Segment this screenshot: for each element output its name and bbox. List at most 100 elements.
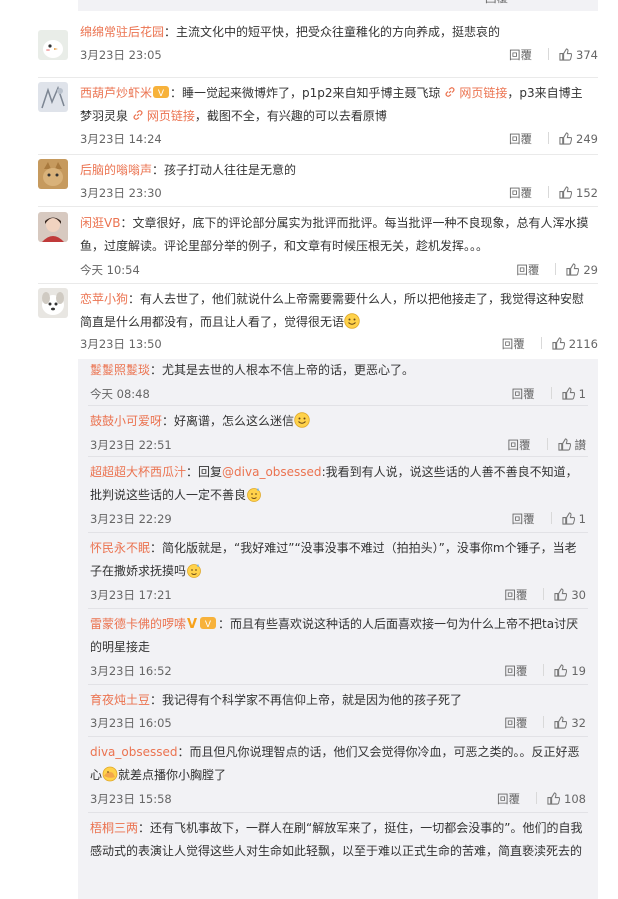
like-button[interactable]: 374 <box>559 48 598 62</box>
username-link[interactable]: diva_obsessed <box>90 745 178 759</box>
dog-avatar[interactable] <box>38 288 68 318</box>
reply-link[interactable]: 回覆 <box>485 0 508 4</box>
username-link[interactable]: 闲逛VB <box>80 216 120 230</box>
reply-text: 尤其是去世的人根本不信上帝的话，更恶心了。 <box>162 363 415 377</box>
reply-body: 鬉鬉照鬉琰：尤其是去世的人根本不信上帝的话，更恶心了。 <box>90 363 415 377</box>
reply-link[interactable]: 回覆 <box>509 47 532 63</box>
username-link[interactable]: 恋苹小狗 <box>80 292 128 306</box>
reply-link[interactable]: 回覆 <box>504 663 527 679</box>
svg-text:V: V <box>205 620 212 630</box>
reply-link[interactable]: 回覆 <box>504 587 527 603</box>
bird-avatar[interactable] <box>38 30 68 60</box>
username-link[interactable]: 怀民永不眠 <box>90 541 150 555</box>
action-separator <box>543 588 545 600</box>
comment-divider <box>38 77 598 78</box>
action-separator <box>548 48 550 60</box>
web-link[interactable]: 网页链接 <box>132 109 195 123</box>
reply-link[interactable]: 回覆 <box>512 511 535 527</box>
comment-item: 绵绵常驻后花园：主流文化中的短平快，把受众往童稚化的方向养成，挺悲哀的 3月23… <box>0 21 618 71</box>
action-separator <box>550 387 552 399</box>
sub-reply-item: 梧桐三两：还有飞机事故下，一群人在刷“解放军来了，挺住，一切都会没事的”。他们的… <box>78 817 598 897</box>
reply-actions: 回覆 30 <box>504 587 586 603</box>
web-link[interactable]: 网页链接 <box>444 86 507 100</box>
reply-actions: 回覆 32 <box>504 715 586 731</box>
comment-actions: 回覆 374 <box>509 47 598 63</box>
like-button[interactable]: 108 <box>547 792 586 806</box>
cat-avatar[interactable] <box>38 159 68 189</box>
like-count: 1 <box>578 387 586 401</box>
action-separator <box>543 716 545 728</box>
svg-text:V: V <box>187 617 197 630</box>
reply-body: diva_obsessed：而且但凡你说理智点的话，他们又会觉得你冷血，可恶之类… <box>90 745 580 782</box>
like-count: 1 <box>578 512 586 526</box>
sub-reply-item: diva_obsessed：而且但凡你说理智点的话，他们又会觉得你冷血，可恶之类… <box>78 741 598 819</box>
like-count: 108 <box>564 792 586 806</box>
comment-text: 有人去世了，他们就说什么上帝需要需要什么人，所以把他接走了，我觉得这种安慰简直是… <box>80 292 585 329</box>
like-button[interactable]: 29 <box>566 263 598 277</box>
username-link[interactable]: 绵绵常驻后花园 <box>80 25 164 39</box>
like-count: 32 <box>571 716 586 730</box>
reply-link[interactable]: 回覆 <box>497 791 520 807</box>
comment-item: 闲逛VB：文章很好，底下的评论部分属实为批评而批评。每当批评一种不良现象，总有人… <box>0 212 618 278</box>
like-button[interactable]: 2116 <box>552 337 598 351</box>
like-button[interactable]: 152 <box>559 186 598 200</box>
reply-link[interactable]: 回覆 <box>516 262 539 278</box>
reply-link[interactable]: 回覆 <box>509 131 532 147</box>
sub-reply-item: 怀民永不眠：简化版就是，“我好难过”“没事没事不难过（拍拍头）”，没事你m个锤子… <box>78 537 598 615</box>
like-button[interactable]: 讃 <box>557 437 586 453</box>
like-button[interactable]: 1 <box>562 512 586 526</box>
reply-divider <box>88 532 588 533</box>
comment-item: 后脑的嗡嗡声：孩子打动人往往是无意的 3月23日 23:30 回覆 152 <box>0 159 618 201</box>
reply-link[interactable]: 回覆 <box>508 437 531 453</box>
like-button[interactable]: 19 <box>554 664 586 678</box>
reply-link[interactable]: 回覆 <box>509 185 532 201</box>
mention-link[interactable]: @diva_obsessed <box>222 465 322 479</box>
like-button[interactable]: 1 <box>562 387 586 401</box>
reply-text: 我记得有个科学家不再信仰上帝，就是因为他的孩子死了 <box>162 693 463 707</box>
thumbs-up-icon <box>552 337 565 350</box>
sub-reply-item: 鬉鬉照鬉琰：尤其是去世的人根本不信上帝的话，更恶心了。 今天 08:48 回覆 1 <box>78 359 598 411</box>
svg-text:V: V <box>158 89 165 99</box>
comment-text: 文章很好，底下的评论部分属实为批评而批评。每当批评一种不良现象，总有人浑水摸鱼，… <box>80 216 589 253</box>
reply-time: 3月23日 22:51 <box>90 438 172 452</box>
username-link[interactable]: 鬉鬉照鬉琰 <box>90 363 150 377</box>
like-count: 152 <box>576 186 598 200</box>
like-count: 19 <box>571 664 586 678</box>
comment-text: 孩子打动人往往是无意的 <box>164 163 297 177</box>
reply-body: 怀民永不眠：简化版就是，“我好难过”“没事没事不难过（拍拍头）”，没事你m个锤子… <box>90 541 577 578</box>
sketch-avatar[interactable] <box>38 82 68 112</box>
reply-time: 3月23日 15:58 <box>90 792 172 806</box>
comment-actions: 回覆 152 <box>509 185 598 201</box>
comment-time: 3月23日 13:50 <box>80 337 162 351</box>
sub-reply-item: 超超超大杯西瓜汁：回复@diva_obsessed:我看到有人说，说这些话的人善… <box>78 461 598 539</box>
comment-divider <box>38 206 598 207</box>
reply-actions: 回覆 1 <box>512 386 586 402</box>
like-button[interactable]: 32 <box>554 716 586 730</box>
username-link[interactable]: 后脑的嗡嗡声 <box>80 163 152 177</box>
like-button[interactable]: 249 <box>559 132 598 146</box>
username-link[interactable]: 西葫芦炒虾米 <box>80 86 152 100</box>
previous-reply-box-fragment: 回覆 <box>78 0 598 11</box>
username-link[interactable]: 鼓鼓小可爱呀 <box>90 414 162 428</box>
like-button[interactable]: 30 <box>554 588 586 602</box>
reply-body: 鼓鼓小可爱呀：好离谱，怎么这么迷信 <box>90 410 586 433</box>
reply-link[interactable]: 回覆 <box>504 715 527 731</box>
reply-time: 3月23日 17:21 <box>90 588 172 602</box>
comment-time: 3月23日 23:05 <box>80 48 162 62</box>
thumbs-up-icon <box>557 438 571 451</box>
like-count: 249 <box>576 132 598 146</box>
thumbs-up-icon <box>554 716 568 729</box>
thumbs-up-icon <box>547 792 561 805</box>
sub-replies-box: 鬉鬉照鬉琰：尤其是去世的人根本不信上帝的话，更恶心了。 今天 08:48 回覆 1… <box>78 359 598 899</box>
username-link[interactable]: 梧桐三两 <box>90 821 138 835</box>
username-link[interactable]: 育夜炖土豆 <box>90 693 150 707</box>
reply-time: 3月23日 16:05 <box>90 716 172 730</box>
username-link[interactable]: 雷蒙德卡佛的啰嗦 <box>90 617 186 631</box>
thumbs-up-icon <box>562 387 575 400</box>
reply-link[interactable]: 回覆 <box>512 386 535 402</box>
username-link[interactable]: 超超超大杯西瓜汁 <box>90 465 186 479</box>
like-count: 29 <box>583 263 598 277</box>
reply-text: 简化版就是，“我好难过”“没事没事不难过（拍拍头）”，没事你m个锤子，当老子在撒… <box>90 541 577 578</box>
reply-link[interactable]: 回覆 <box>502 336 525 352</box>
girl-avatar[interactable] <box>38 212 68 242</box>
